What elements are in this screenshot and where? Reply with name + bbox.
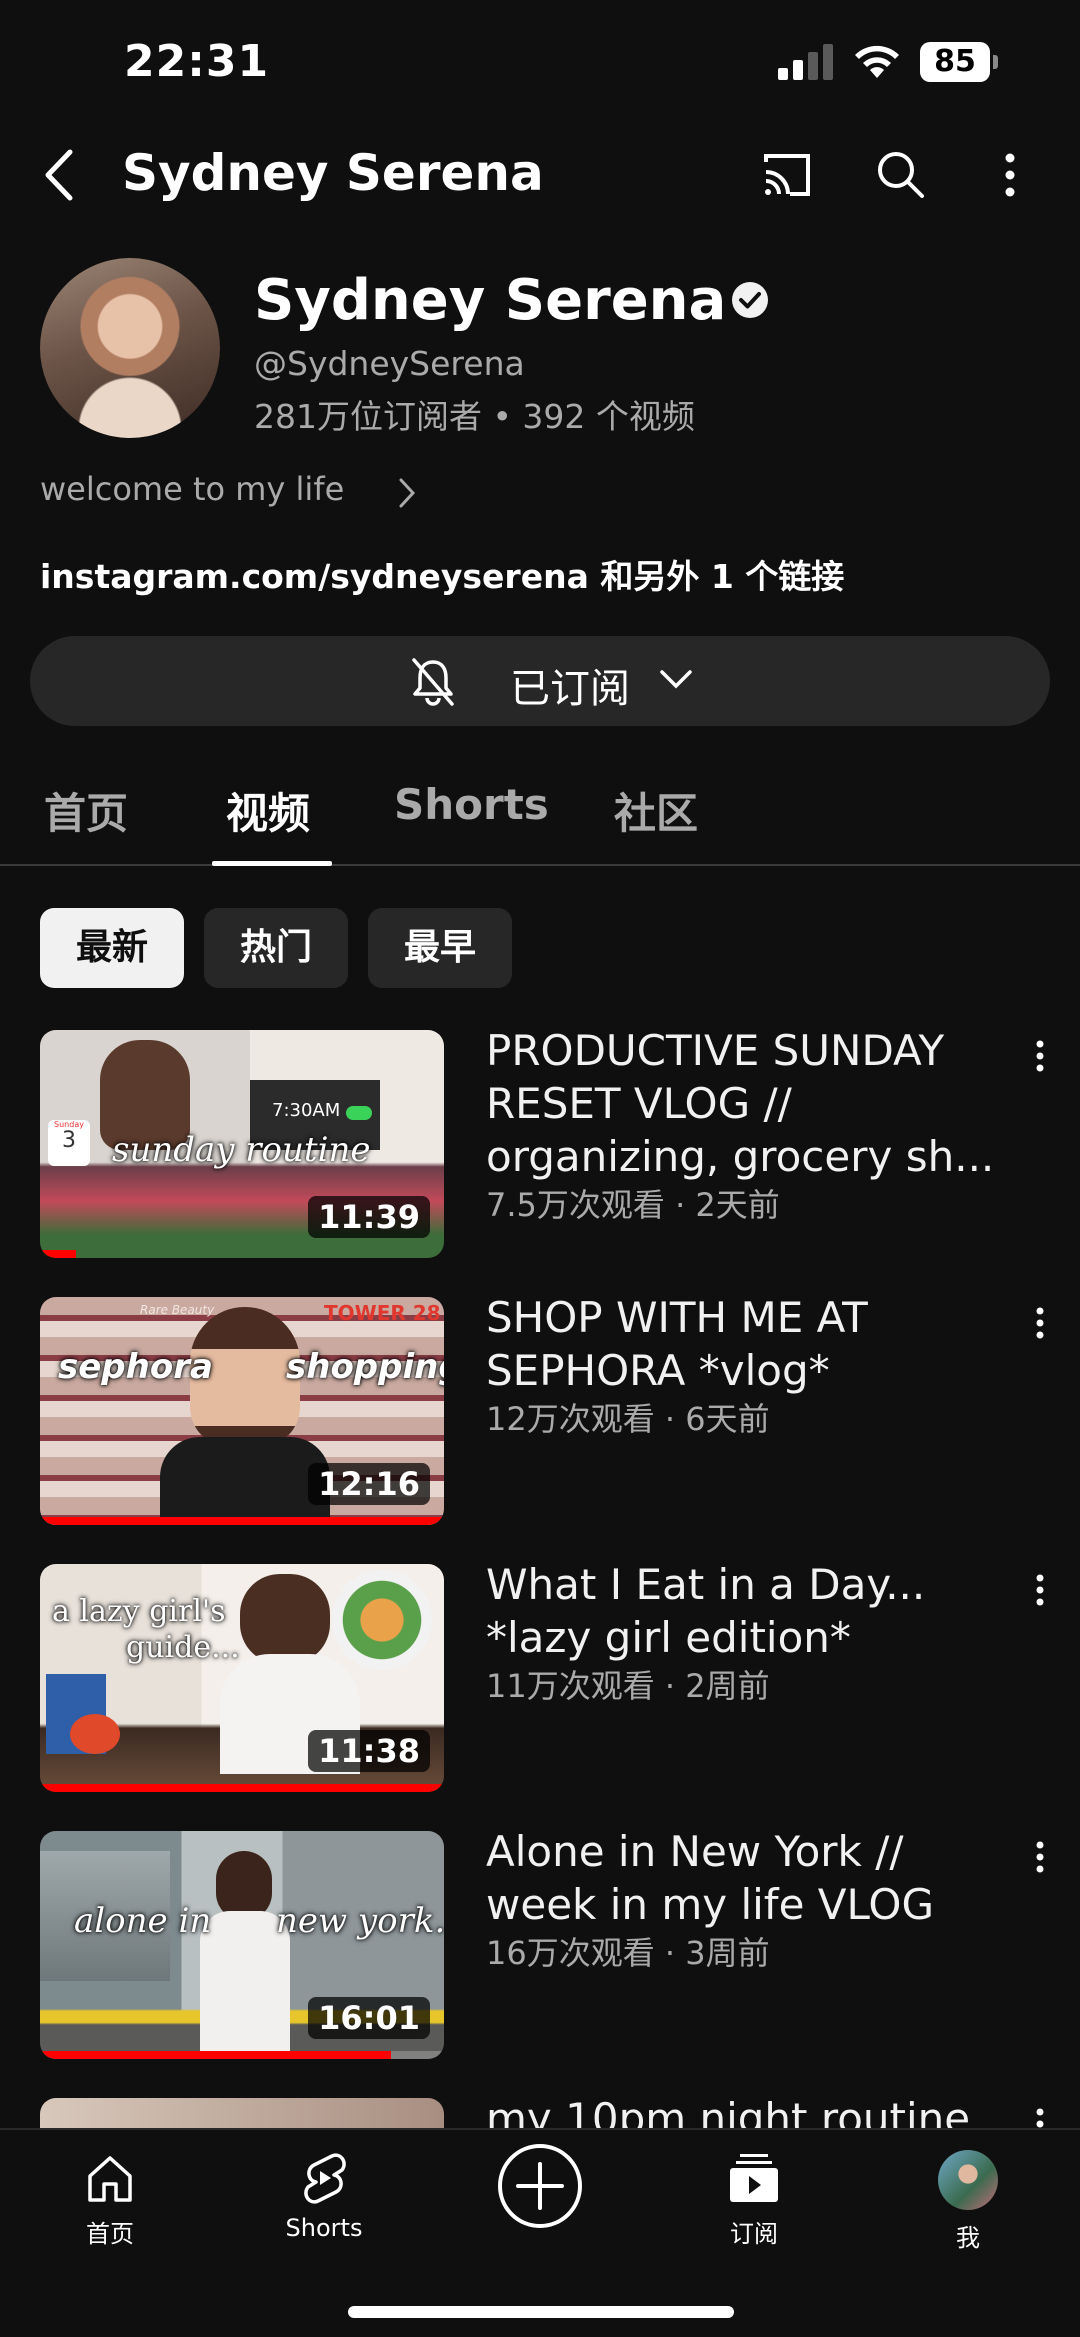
channel-description[interactable]: welcome to my life — [40, 470, 416, 514]
video-thumbnail[interactable]: Rare Beauty TOWER 28 sephora shopping 12… — [40, 1297, 444, 1525]
watch-progress-bar — [40, 2051, 392, 2059]
video-title[interactable]: PRODUCTIVE SUNDAY RESET VLOG // organizi… — [486, 1024, 1006, 1183]
channel-name: Sydney Serena — [254, 268, 727, 333]
cellular-signal-icon — [778, 44, 834, 80]
description-text: welcome to my life — [40, 470, 345, 508]
calendar-icon: Sunday 3 — [48, 1120, 90, 1166]
thumbnail-caption-left: alone in — [74, 1901, 212, 1941]
watch-progress-bar — [40, 1517, 444, 1525]
nav-subscriptions[interactable]: 订阅 — [674, 2150, 834, 2260]
nav-home[interactable]: 首页 — [30, 2150, 190, 2260]
channel-avatar[interactable] — [40, 258, 220, 438]
notifications-off-icon — [412, 658, 454, 706]
back-arrow-icon[interactable] — [36, 146, 84, 204]
video-thumbnail[interactable]: 7:30AM Sunday 3 sunday routine 11:39 — [40, 1030, 444, 1258]
chevron-down-icon — [660, 670, 692, 689]
video-meta: 16万次观看 · 3周前 — [486, 1934, 770, 1972]
battery-level: 85 — [920, 42, 990, 82]
nav-me[interactable]: 我 — [888, 2150, 1048, 2260]
salad-bowl — [332, 1570, 432, 1670]
shorts-icon — [304, 2153, 346, 2204]
toggle-icon — [346, 1106, 372, 1120]
thumb-brand-text: Rare Beauty — [140, 1303, 215, 1317]
chevron-right-icon — [399, 478, 416, 508]
tab-home[interactable]: 首页 — [44, 780, 128, 841]
status-bar: 22:31 85 — [0, 0, 1080, 120]
thumbnail-caption-line1: a lazy girl's — [52, 1594, 226, 1629]
thumb-clock-text: 7:30AM — [272, 1100, 341, 1121]
nav-home-label: 首页 — [86, 2220, 134, 2248]
active-tab-indicator — [212, 861, 332, 866]
video-title[interactable]: SHOP WITH ME AT SEPHORA *vlog* — [486, 1291, 1006, 1397]
thumbnail-caption-line2: guide... — [126, 1630, 240, 1665]
nav-shorts[interactable]: Shorts — [244, 2150, 404, 2260]
video-meta: 12万次观看 · 6天前 — [486, 1400, 770, 1438]
video-more-icon[interactable] — [1030, 1837, 1050, 1877]
chip-popular[interactable]: 热门 — [204, 908, 348, 988]
chip-oldest[interactable]: 最早 — [368, 908, 512, 988]
app-header: Sydney Serena — [0, 130, 1080, 220]
video-thumbnail[interactable]: alone in new york. 16:01 — [40, 1831, 444, 2059]
thumbnail-caption-right: shopping — [286, 1347, 444, 1387]
video-item[interactable]: 7:30AM Sunday 3 sunday routine 11:39 PRO… — [0, 1026, 1080, 1260]
video-item[interactable]: alone in new york. 16:01 Alone in New Yo… — [0, 1827, 1080, 2061]
nav-me-label: 我 — [956, 2224, 980, 2252]
video-more-icon[interactable] — [1030, 1303, 1050, 1343]
more-options-icon[interactable] — [996, 146, 1024, 204]
thumbnail-caption-right: new york. — [276, 1901, 444, 1941]
thumbnail-caption-left: sephora — [58, 1347, 213, 1387]
tab-videos[interactable]: 视频 — [226, 780, 310, 841]
subscriptions-icon — [730, 2154, 778, 2202]
subscribed-button[interactable]: 已订阅 — [30, 636, 1050, 726]
thumb-sign-text: TOWER 28 — [324, 1301, 441, 1325]
create-button[interactable] — [498, 2144, 582, 2228]
plus-icon — [516, 2162, 564, 2210]
video-duration: 16:01 — [308, 1997, 430, 2039]
video-meta: 7.5万次观看 · 2天前 — [486, 1186, 780, 1224]
verified-badge-icon — [732, 282, 768, 318]
video-more-icon[interactable] — [1030, 1036, 1050, 1076]
video-item[interactable]: Rare Beauty TOWER 28 sephora shopping 12… — [0, 1293, 1080, 1527]
subscribe-label: 已订阅 — [510, 666, 630, 712]
channel-handle: @SydneySerena — [254, 344, 525, 383]
page-title: Sydney Serena — [122, 144, 544, 202]
watch-progress-bar — [40, 1250, 77, 1258]
nav-shorts-label: Shorts — [285, 2214, 363, 2242]
video-title[interactable]: What I Eat in a Day... *lazy girl editio… — [486, 1558, 1006, 1664]
channel-stats: 281万位订阅者 • 392 个视频 — [254, 397, 695, 436]
home-indicator[interactable] — [348, 2306, 734, 2318]
video-duration: 11:39 — [308, 1196, 430, 1238]
status-time: 22:31 — [124, 36, 270, 87]
video-duration: 11:38 — [308, 1730, 430, 1772]
video-thumbnail[interactable]: a lazy girl's guide... 11:38 — [40, 1564, 444, 1792]
tab-shorts[interactable]: Shorts — [394, 780, 549, 829]
home-icon — [88, 2156, 132, 2202]
thumbnail-caption: sunday routine — [112, 1130, 371, 1170]
video-meta: 11万次观看 · 2周前 — [486, 1667, 770, 1705]
tab-community[interactable]: 社区 — [614, 780, 698, 841]
chip-latest[interactable]: 最新 — [40, 908, 184, 988]
calendar-date: 3 — [62, 1128, 76, 1153]
nav-subscriptions-label: 订阅 — [730, 2220, 778, 2248]
wifi-icon — [855, 45, 899, 78]
watch-progress-bar — [40, 1784, 444, 1792]
video-duration: 12:16 — [308, 1463, 430, 1505]
cast-icon[interactable] — [760, 148, 814, 202]
search-icon[interactable] — [872, 146, 928, 202]
battery-icon: 85 — [920, 42, 998, 82]
channel-links[interactable]: instagram.com/sydneyserena 和另外 1 个链接 — [40, 550, 844, 598]
profile-avatar — [938, 2150, 998, 2210]
video-more-icon[interactable] — [1030, 1570, 1050, 1610]
video-title[interactable]: Alone in New York // week in my life VLO… — [486, 1825, 1006, 1931]
video-item[interactable]: a lazy girl's guide... 11:38 What I Eat … — [0, 1560, 1080, 1794]
channel-tabs: 首页 视频 Shorts 社区 — [0, 770, 1080, 866]
